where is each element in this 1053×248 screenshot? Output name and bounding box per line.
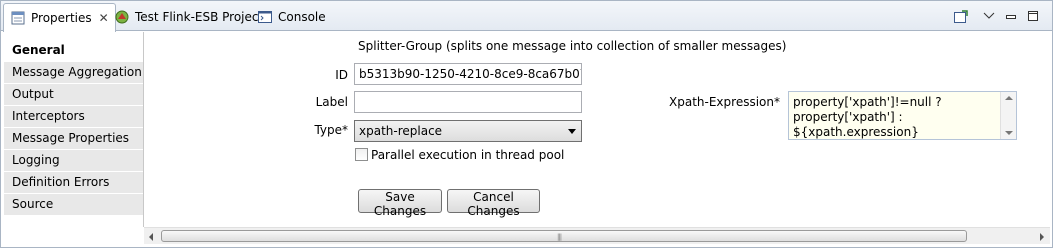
tab-properties[interactable]: Properties ✕ [3,3,116,32]
save-button[interactable]: Save Changes [358,189,442,218]
label-label: Label [315,95,348,109]
properties-sidebar: General Message Aggregation Output Inter… [4,40,143,245]
tab-label: Properties [31,11,92,25]
scroll-left-icon[interactable] [149,233,153,241]
xpath-expression-field[interactable]: property['xpath']!=null ? property['xpat… [788,91,1017,140]
type-label: Type* [314,123,348,137]
textarea-scrollbar[interactable] [1000,92,1016,139]
cancel-button[interactable]: Cancel Changes [447,189,540,218]
type-select[interactable]: xpath-replace [354,120,582,142]
sidebar-item-message-aggregation[interactable]: Message Aggregation [4,62,143,84]
id-field[interactable]: b5313b90-1250-4210-8ce9-8ca67b07d5b8 [354,63,582,85]
properties-view: Properties ✕ Test Flink-ESB Project Cons… [0,0,1053,248]
parallel-label: Parallel execution in thread pool [371,148,565,162]
sidebar-item-source[interactable]: Source [4,194,143,216]
grip-icon: ||| [557,233,562,241]
id-label: ID [335,68,348,82]
view-menu-icon[interactable] [981,8,997,24]
sidebar-item-message-properties[interactable]: Message Properties [4,128,143,150]
tab-label: Test Flink-ESB Project [135,10,264,24]
parallel-checkbox[interactable] [355,148,368,161]
scroll-up-icon[interactable] [1005,96,1013,100]
general-section: Splitter-Group (splits one message into … [144,32,1050,227]
tab-label: Console [278,10,326,24]
sidebar-item-definition-errors[interactable]: Definition Errors [4,172,143,194]
minimize-icon[interactable] [1003,8,1019,24]
sidebar-item-logging[interactable]: Logging [4,150,143,172]
horizontal-scrollbar[interactable]: ||| [144,227,1050,244]
scrollbar-thumb[interactable]: ||| [161,230,967,242]
sidebar-item-interceptors[interactable]: Interceptors [4,106,143,128]
xpath-line-1: property['xpath']!=null ? [793,95,942,109]
tab-project[interactable]: Test Flink-ESB Project [108,3,269,31]
scroll-down-icon[interactable] [1005,131,1013,135]
properties-icon [10,10,26,26]
label-field[interactable] [354,91,582,113]
scroll-right-icon[interactable] [1040,233,1044,241]
view-tab-bar: Properties ✕ Test Flink-ESB Project Cons… [1,1,1052,32]
maximize-icon[interactable] [1025,8,1041,24]
tab-console[interactable]: Console [251,3,332,31]
console-icon [257,9,273,25]
xpath-line-2: property['xpath'] : ${xpath.expression} [793,110,919,139]
xpath-label: Xpath-Expression* [669,95,780,109]
section-heading: Splitter-Group (splits one message into … [358,39,787,53]
open-console-icon[interactable] [953,8,969,24]
type-select-value: xpath-replace [359,124,443,138]
sidebar-item-general[interactable]: General [4,40,143,62]
project-icon [114,9,130,25]
sidebar-item-output[interactable]: Output [4,84,143,106]
chevron-down-icon [568,129,576,134]
